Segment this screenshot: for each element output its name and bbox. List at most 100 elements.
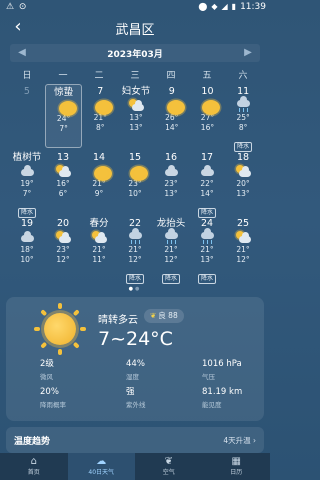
low-temp: 13° (200, 255, 214, 264)
calendar-day-cell[interactable]: 22 21° 12° 降水 (117, 216, 153, 284)
tab-40-day-weather[interactable]: ☁ 40日天气 (67, 453, 135, 480)
stat-visibility: 81.19 km 能见度 (202, 387, 288, 410)
tab-air[interactable]: ❦ 空气 (135, 453, 203, 480)
stat-label: 气压 (202, 373, 215, 381)
stat-label: 降雨概率 (40, 401, 66, 409)
tab-calendar[interactable]: ▦ 日历 (203, 453, 271, 480)
weekday-label: 三 (130, 71, 140, 81)
stat-label: 能见度 (202, 401, 222, 409)
sunny-icon (130, 166, 148, 181)
rain-icon (198, 228, 216, 245)
cloudy-icon (162, 164, 180, 179)
weekday-label: 六 (238, 71, 248, 81)
precipitation-badge: 降水 (197, 274, 216, 284)
partly-cloudy-icon (127, 98, 145, 113)
high-temp: 25° (236, 113, 250, 122)
calendar-row: 植树节 19° 7° 降水 13 16° 6° 14 21° 9° 15 23° 10° 16 23° 13°… (9, 150, 261, 218)
tab-home[interactable]: ⌂ 首页 (0, 453, 68, 480)
calendar-day-cell[interactable]: 9 26° 14° (154, 84, 190, 148)
day-label: 13 (56, 152, 70, 163)
page-indicator: ●● (0, 286, 270, 292)
low-temp: 13° (129, 123, 143, 132)
low-temp: 12° (236, 255, 250, 264)
low-temp: 14° (165, 123, 179, 132)
trend-title: 温度趋势 (14, 437, 51, 447)
calendar-day-cell[interactable]: 25 21° 12° (225, 216, 261, 280)
high-temp: 26° (165, 113, 179, 122)
stat-wind: 2级 微风 (40, 359, 126, 382)
sunny-icon (58, 101, 77, 116)
temperature-trend-row[interactable]: 温度趋势 4天升温 › (6, 427, 264, 453)
high-temp: 20° (236, 179, 250, 188)
calendar-day-cell[interactable]: 7 21° 8° (82, 84, 118, 148)
day-label: 19 (20, 218, 34, 229)
day-label: 20 (56, 218, 70, 229)
calendar-day-cell[interactable]: 24 21° 13° 降水 (189, 216, 225, 284)
calendar-day-cell[interactable]: 13 16° 6° (45, 150, 81, 214)
calendar-day-cell[interactable]: 18 20° 13° (225, 150, 261, 214)
aqi-badge[interactable]: ❦ 良 88 (144, 309, 184, 323)
calendar-day-cell[interactable]: 16 23° 13° (153, 150, 189, 214)
page-title: 武昌区 (115, 23, 155, 38)
calendar-day-cell[interactable]: 妇女节 13° 13° (118, 84, 154, 148)
calendar-day-cell[interactable]: 惊蛰 24° 7° (44, 84, 83, 148)
rain-icon (234, 96, 252, 113)
stat-value: 2级 (40, 359, 54, 369)
weekday-label: 二 (94, 71, 104, 81)
calendar-day-cell[interactable]: 17 22° 14° 降水 (189, 150, 225, 218)
tab-label: 首页 (27, 469, 40, 476)
status-bar: ⚠ ⊙ ⬤ ◆ ◢ ▮ 11:39 (0, 0, 270, 14)
stat-rain-probability: 20% 降雨概率 (40, 387, 126, 410)
high-temp: 21° (236, 245, 250, 254)
calendar-day-cell[interactable]: 龙抬头 21° 12° 降水 (153, 216, 189, 284)
weekday-header: 日 一 二 三 四 五 六 (9, 68, 261, 81)
low-temp: 12° (164, 255, 178, 264)
day-label: 17 (200, 152, 214, 163)
tab-label: 日历 (230, 469, 243, 476)
day-label: 10 (201, 86, 214, 97)
weekday-label: 一 (58, 71, 68, 81)
chevron-right-icon: › (253, 436, 256, 445)
stat-value: 44% (126, 359, 145, 369)
partly-cloudy-icon (54, 230, 72, 245)
day-label: 9 (168, 86, 175, 97)
low-temp: 16° (200, 123, 215, 132)
cloudy-icon (18, 164, 36, 179)
stat-value: 81.19 km (202, 387, 243, 397)
header: ‹ 武昌区 (0, 14, 270, 42)
high-temp: 24° (56, 114, 71, 123)
trend-hint-text: 4天升温 (223, 436, 251, 445)
cloud-icon: ☁ (96, 456, 107, 467)
day-label: 15 (128, 152, 142, 163)
calendar-day-cell[interactable]: 14 21° 9° (81, 150, 117, 214)
calendar-day-cell[interactable]: 5 (9, 84, 45, 148)
next-month-button[interactable]: ▶ (240, 44, 256, 62)
day-label: 植树节 (12, 152, 42, 163)
stat-value: 强 (126, 387, 135, 397)
calendar-day-cell[interactable]: 植树节 19° 7° 降水 (9, 150, 45, 218)
calendar-day-cell[interactable]: 20 23° 12° (45, 216, 81, 280)
calendar-day-cell[interactable]: 10 27° 16° (190, 84, 226, 148)
stat-label: 湿度 (126, 373, 139, 381)
rain-icon (162, 228, 180, 245)
high-temp: 23° (56, 245, 70, 254)
calendar-day-cell[interactable]: 春分 21° 11° (81, 216, 117, 280)
low-temp: 10° (20, 255, 34, 264)
calendar-day-cell[interactable]: 11 25° 8° 降水 (225, 84, 261, 152)
stat-uv: 强 紫外线 (126, 387, 212, 410)
stat-humidity: 44% 湿度 (126, 359, 212, 382)
tab-label: 40日天气 (88, 469, 115, 476)
stat-label: 紫外线 (126, 401, 146, 409)
cloudy-icon (198, 164, 216, 179)
weather-condition: 晴转多云 (98, 315, 138, 326)
stat-label: 微风 (40, 373, 53, 381)
high-temp: 18° (20, 245, 34, 254)
calendar-day-cell[interactable]: 19 18° 10° (9, 216, 45, 280)
low-temp: 10° (128, 189, 142, 198)
day-label: 18 (236, 152, 250, 163)
day-detail-card: 晴转多云 ❦ 良 88 7~24°C 2级 微风 44% 湿度 1016 hPa … (6, 297, 264, 421)
calendar-day-cell[interactable]: 15 23° 10° (117, 150, 153, 214)
sunny-icon (94, 166, 112, 181)
low-temp: 9° (94, 189, 104, 198)
day-label: 14 (92, 152, 106, 163)
